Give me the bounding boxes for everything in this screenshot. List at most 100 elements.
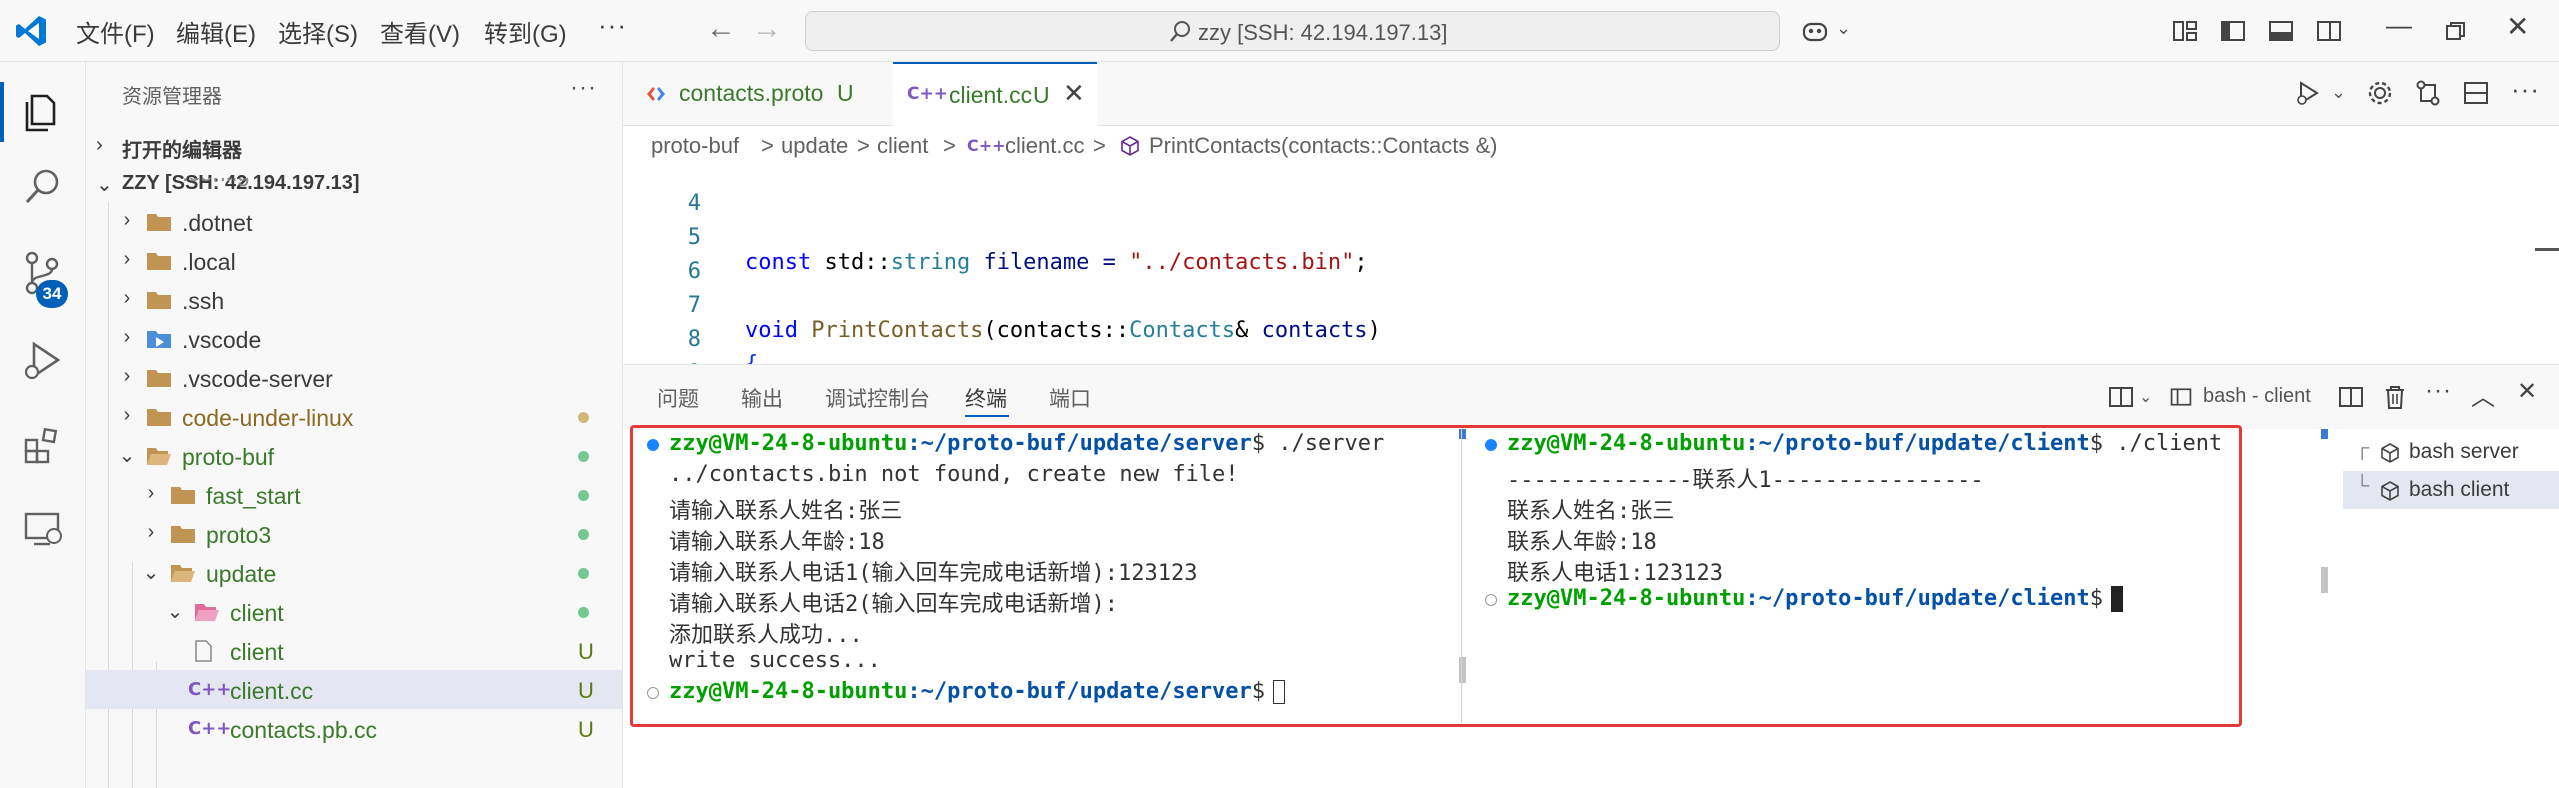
back-arrow-icon[interactable]: ←: [706, 12, 736, 46]
new-terminal-split-icon[interactable]: [2107, 383, 2135, 411]
scrollbar-thumb[interactable]: [2321, 567, 2328, 593]
tree-item-client-cc[interactable]: C++ client.cc U: [86, 670, 622, 709]
tab-debug-console[interactable]: 调试控制台: [825, 383, 930, 413]
tree-connector: ┌: [2355, 437, 2370, 459]
terminal-line: ../contacts.bin not found, create new fi…: [669, 462, 1239, 487]
tab-ports[interactable]: 端口: [1049, 383, 1091, 413]
terminal-list-item-client[interactable]: └ bash client: [2343, 471, 2559, 509]
panel-more-button[interactable]: ···: [2425, 377, 2452, 405]
terminal-cursor: [2111, 586, 2124, 612]
title-bar: 文件(F) 编辑(E) 选择(S) 查看(V) 转到(G) ··· ← → zz…: [0, 0, 2559, 62]
code-editor[interactable]: 4 5 const std::string filename = "../con…: [623, 166, 2559, 364]
explorer-more-button[interactable]: ···: [570, 74, 597, 102]
restore-button[interactable]: [2440, 16, 2470, 46]
run-debug-icon[interactable]: [20, 338, 66, 384]
tree-item-client-binary[interactable]: client U: [86, 631, 622, 670]
tree-item-label: .vscode-server: [182, 366, 333, 392]
breadcrumb-item[interactable]: PrintContacts(contacts::Contacts &): [1149, 133, 1497, 159]
tree-item-label: update: [206, 561, 277, 587]
tree-item-label: .config: [182, 178, 250, 187]
gear-icon[interactable]: [2365, 78, 2395, 108]
chevron-down-icon[interactable]: ⌄: [2139, 387, 2152, 407]
tree-item-vscode-server[interactable]: › .vscode-server: [86, 358, 622, 397]
tree-item-proto-buf[interactable]: ⌄ proto-buf: [86, 436, 622, 475]
tab-label: contacts.proto: [679, 80, 824, 106]
chevron-down-icon[interactable]: ⌄: [1836, 18, 1851, 39]
folder-icon: [147, 370, 171, 387]
terminal-pane-client[interactable]: zzy@VM-24-8-ubuntu:~/proto-buf/update/cl…: [1471, 429, 2291, 723]
tree-item-dotnet[interactable]: › .dotnet: [86, 202, 622, 241]
close-window-button[interactable]: ✕: [2506, 10, 2529, 43]
breadcrumb-item[interactable]: client.cc: [1005, 133, 1084, 159]
tree-item-proto3[interactable]: › proto3: [86, 514, 622, 553]
maximize-panel-icon[interactable]: ︿: [2471, 377, 2495, 412]
terminal-split-divider[interactable]: [1461, 429, 1462, 723]
tree-item-update[interactable]: ⌄ update: [86, 553, 622, 592]
tree-item-local[interactable]: › .local: [86, 241, 622, 280]
scm-badge: 34: [36, 280, 68, 308]
tree-item-client-folder[interactable]: ⌄ client: [86, 592, 622, 631]
tab-client-cc[interactable]: C++ client.cc U ✕: [893, 62, 1097, 126]
tree-item-vscode[interactable]: › .vscode: [86, 319, 622, 358]
tree-item-fast-start[interactable]: › fast_start: [86, 475, 622, 514]
command-pending-dot: [1485, 594, 1497, 606]
folder-icon: [171, 526, 195, 543]
tree-item-ssh[interactable]: › .ssh: [86, 280, 622, 319]
toggle-panel-icon[interactable]: [2266, 16, 2296, 46]
tab-contacts-proto[interactable]: contacts.proto U: [623, 62, 893, 126]
bottom-panel: 问题 输出 调试控制台 终端 端口 ⌄ bash - client ··· ︿ …: [623, 364, 2559, 788]
breadcrumb-separator: >: [857, 133, 870, 158]
close-panel-icon[interactable]: ✕: [2517, 377, 2537, 406]
editor-more-button[interactable]: ···: [2511, 74, 2540, 105]
tree-item-config[interactable]: .config: [86, 178, 622, 202]
tree-item-label: contacts.pb.cc: [230, 717, 378, 743]
tree-item-label: fast_start: [206, 483, 301, 509]
menu-file[interactable]: 文件(F): [76, 14, 155, 49]
terminal-line: 请输入联系人姓名:张三: [669, 499, 903, 524]
menu-go[interactable]: 转到(G): [484, 14, 567, 49]
forward-arrow-icon[interactable]: →: [752, 12, 782, 46]
close-icon[interactable]: ✕: [1063, 78, 1085, 109]
breadcrumb-item[interactable]: proto-buf: [651, 133, 739, 159]
menu-selection[interactable]: 选择(S): [278, 14, 358, 49]
terminal-list-item-server[interactable]: ┌ bash server: [2343, 433, 2559, 471]
tab-problems[interactable]: 问题: [657, 383, 699, 413]
tab-output[interactable]: 输出: [741, 383, 783, 413]
active-terminal-label[interactable]: bash - client: [2203, 385, 2311, 408]
tree-item-contacts-pb-cc[interactable]: C++ contacts.pb.cc U: [86, 709, 622, 748]
scrollbar-marker: [2321, 429, 2328, 439]
copilot-icon[interactable]: [1800, 16, 1830, 46]
tree-item-label: .dotnet: [182, 210, 253, 236]
toggle-primary-sidebar-icon[interactable]: [2218, 16, 2248, 46]
menu-more-button[interactable]: ···: [598, 10, 627, 41]
terminal-split-icon: [2170, 388, 2192, 406]
open-editors-section[interactable]: › 打开的编辑器: [86, 128, 622, 164]
toggle-secondary-sidebar-icon[interactable]: [2314, 16, 2344, 46]
tree-item-code-under-linux[interactable]: › code-under-linux: [86, 397, 622, 436]
remote-explorer-icon[interactable]: [20, 506, 66, 552]
split-editor-icon[interactable]: [2461, 78, 2491, 108]
breadcrumb-item[interactable]: update: [781, 133, 848, 159]
tab-terminal[interactable]: 终端: [965, 383, 1007, 413]
modified-dot: [578, 412, 589, 423]
compare-changes-icon[interactable]: [2413, 78, 2443, 108]
explorer-icon[interactable]: [20, 90, 66, 136]
menu-view[interactable]: 查看(V): [380, 14, 460, 49]
chevron-right-icon: ›: [123, 326, 131, 348]
customize-layout-icon[interactable]: [2170, 16, 2200, 46]
menu-edit[interactable]: 编辑(E): [176, 14, 256, 49]
client-folder-icon: [195, 604, 219, 621]
extensions-icon[interactable]: [20, 422, 66, 468]
terminal-area[interactable]: zzy@VM-24-8-ubuntu:~/proto-buf/update/se…: [623, 425, 2559, 788]
search-icon[interactable]: [20, 164, 66, 210]
trash-icon[interactable]: [2381, 383, 2409, 411]
editor-tabs: contacts.proto U C++ client.cc U ✕ ⌄ ···: [623, 62, 2559, 126]
breadcrumb-item[interactable]: client: [877, 133, 928, 159]
split-terminal-icon[interactable]: [2337, 383, 2365, 411]
chevron-down-icon[interactable]: ⌄: [2331, 82, 2346, 103]
run-code-icon[interactable]: [2293, 78, 2323, 108]
minimize-button[interactable]: —: [2386, 10, 2412, 41]
terminal-pane-server[interactable]: zzy@VM-24-8-ubuntu:~/proto-buf/update/se…: [633, 429, 1453, 723]
command-center[interactable]: zzy [SSH: 42.194.197.13]: [805, 11, 1780, 51]
open-editors-label: 打开的编辑器: [122, 140, 242, 162]
